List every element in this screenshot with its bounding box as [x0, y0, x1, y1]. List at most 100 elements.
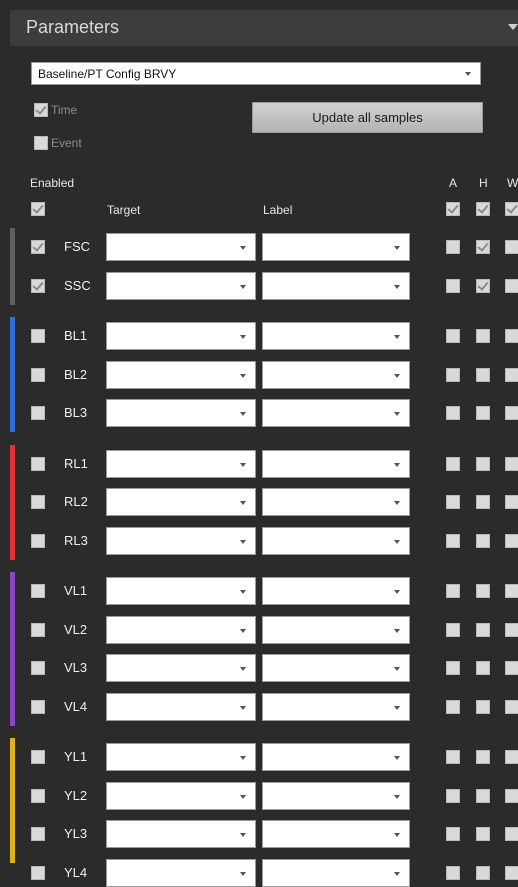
target-dropdown[interactable] — [106, 399, 256, 427]
channel-a-checkbox[interactable] — [446, 750, 460, 764]
config-dropdown[interactable]: Baseline/PT Config BRVY — [31, 62, 481, 85]
time-checkbox[interactable] — [34, 103, 48, 117]
channel-w-checkbox[interactable] — [505, 368, 518, 382]
channel-w-checkbox[interactable] — [505, 789, 518, 803]
channel-a-checkbox[interactable] — [446, 534, 460, 548]
all-w-checkbox[interactable] — [505, 202, 518, 216]
channel-w-checkbox[interactable] — [505, 457, 518, 471]
target-dropdown[interactable] — [106, 577, 256, 605]
channel-enabled-checkbox[interactable] — [31, 240, 45, 254]
channel-a-checkbox[interactable] — [446, 623, 460, 637]
target-dropdown[interactable] — [106, 743, 256, 771]
all-h-checkbox[interactable] — [476, 202, 490, 216]
target-dropdown[interactable] — [106, 488, 256, 516]
channel-h-checkbox[interactable] — [476, 789, 490, 803]
channel-w-checkbox[interactable] — [505, 240, 518, 254]
channel-w-checkbox[interactable] — [505, 495, 518, 509]
target-dropdown[interactable] — [106, 859, 256, 887]
label-dropdown[interactable] — [262, 450, 410, 478]
collapse-arrow-icon[interactable] — [508, 24, 518, 30]
update-all-samples-button[interactable]: Update all samples — [252, 102, 483, 133]
enable-all-checkbox[interactable] — [31, 202, 45, 216]
channel-h-checkbox[interactable] — [476, 534, 490, 548]
channel-enabled-checkbox[interactable] — [31, 495, 45, 509]
channel-a-checkbox[interactable] — [446, 827, 460, 841]
channel-enabled-checkbox[interactable] — [31, 584, 45, 598]
channel-w-checkbox[interactable] — [505, 623, 518, 637]
label-dropdown[interactable] — [262, 743, 410, 771]
channel-w-checkbox[interactable] — [505, 534, 518, 548]
channel-w-checkbox[interactable] — [505, 750, 518, 764]
channel-w-checkbox[interactable] — [505, 406, 518, 420]
channel-w-checkbox[interactable] — [505, 827, 518, 841]
channel-enabled-checkbox[interactable] — [31, 866, 45, 880]
channel-h-checkbox[interactable] — [476, 661, 490, 675]
channel-a-checkbox[interactable] — [446, 584, 460, 598]
channel-a-checkbox[interactable] — [446, 700, 460, 714]
channel-enabled-checkbox[interactable] — [31, 789, 45, 803]
label-dropdown[interactable] — [262, 399, 410, 427]
channel-enabled-checkbox[interactable] — [31, 661, 45, 675]
all-a-checkbox[interactable] — [446, 202, 460, 216]
target-dropdown[interactable] — [106, 272, 256, 300]
target-dropdown[interactable] — [106, 527, 256, 555]
channel-h-checkbox[interactable] — [476, 750, 490, 764]
parameters-panel-header[interactable]: Parameters — [10, 10, 518, 46]
channel-h-checkbox[interactable] — [476, 406, 490, 420]
channel-a-checkbox[interactable] — [446, 789, 460, 803]
channel-h-checkbox[interactable] — [476, 866, 490, 880]
channel-a-checkbox[interactable] — [446, 329, 460, 343]
target-dropdown[interactable] — [106, 450, 256, 478]
channel-enabled-checkbox[interactable] — [31, 534, 45, 548]
label-dropdown[interactable] — [262, 322, 410, 350]
channel-w-checkbox[interactable] — [505, 584, 518, 598]
label-dropdown[interactable] — [262, 616, 410, 644]
label-dropdown[interactable] — [262, 577, 410, 605]
target-dropdown[interactable] — [106, 616, 256, 644]
channel-a-checkbox[interactable] — [446, 661, 460, 675]
channel-w-checkbox[interactable] — [505, 866, 518, 880]
channel-enabled-checkbox[interactable] — [31, 750, 45, 764]
channel-enabled-checkbox[interactable] — [31, 368, 45, 382]
label-dropdown[interactable] — [262, 859, 410, 887]
channel-a-checkbox[interactable] — [446, 279, 460, 293]
channel-h-checkbox[interactable] — [476, 457, 490, 471]
channel-a-checkbox[interactable] — [446, 406, 460, 420]
label-dropdown[interactable] — [262, 361, 410, 389]
channel-h-checkbox[interactable] — [476, 279, 490, 293]
target-dropdown[interactable] — [106, 693, 256, 721]
channel-w-checkbox[interactable] — [505, 700, 518, 714]
target-dropdown[interactable] — [106, 782, 256, 810]
channel-enabled-checkbox[interactable] — [31, 279, 45, 293]
label-dropdown[interactable] — [262, 820, 410, 848]
target-dropdown[interactable] — [106, 820, 256, 848]
target-dropdown[interactable] — [106, 233, 256, 261]
channel-h-checkbox[interactable] — [476, 495, 490, 509]
channel-w-checkbox[interactable] — [505, 329, 518, 343]
channel-enabled-checkbox[interactable] — [31, 406, 45, 420]
channel-w-checkbox[interactable] — [505, 661, 518, 675]
label-dropdown[interactable] — [262, 527, 410, 555]
channel-h-checkbox[interactable] — [476, 368, 490, 382]
channel-enabled-checkbox[interactable] — [31, 623, 45, 637]
label-dropdown[interactable] — [262, 233, 410, 261]
label-dropdown[interactable] — [262, 782, 410, 810]
label-dropdown[interactable] — [262, 654, 410, 682]
target-dropdown[interactable] — [106, 654, 256, 682]
channel-a-checkbox[interactable] — [446, 240, 460, 254]
channel-h-checkbox[interactable] — [476, 329, 490, 343]
event-checkbox[interactable] — [34, 136, 48, 150]
channel-a-checkbox[interactable] — [446, 495, 460, 509]
channel-h-checkbox[interactable] — [476, 584, 490, 598]
channel-h-checkbox[interactable] — [476, 623, 490, 637]
label-dropdown[interactable] — [262, 693, 410, 721]
channel-enabled-checkbox[interactable] — [31, 827, 45, 841]
channel-a-checkbox[interactable] — [446, 866, 460, 880]
channel-h-checkbox[interactable] — [476, 240, 490, 254]
label-dropdown[interactable] — [262, 272, 410, 300]
channel-w-checkbox[interactable] — [505, 279, 518, 293]
channel-a-checkbox[interactable] — [446, 368, 460, 382]
target-dropdown[interactable] — [106, 322, 256, 350]
label-dropdown[interactable] — [262, 488, 410, 516]
channel-h-checkbox[interactable] — [476, 700, 490, 714]
